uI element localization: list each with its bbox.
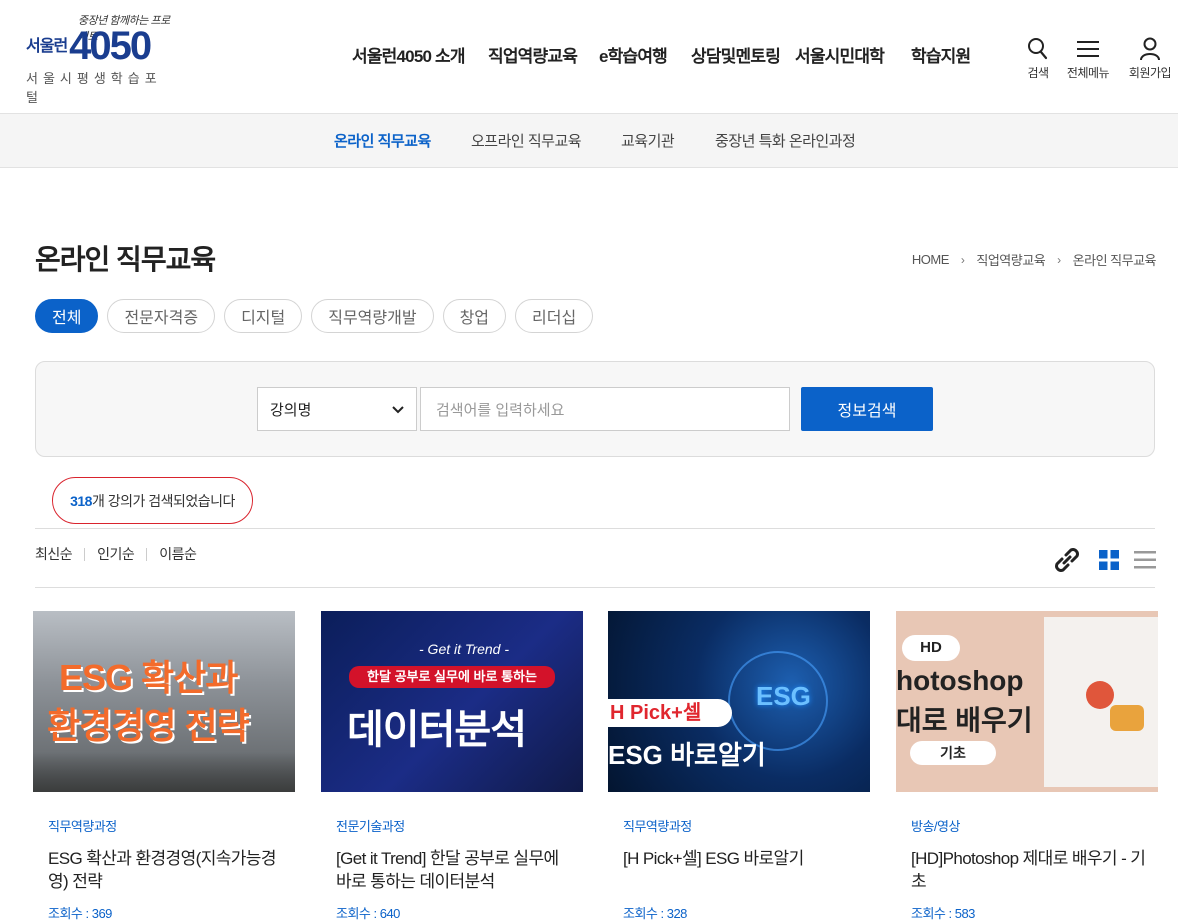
course-card[interactable]: - Get it Trend - 한달 공부로 실무에 바로 통하는 데이터분석…: [321, 611, 583, 921]
logo-mark: 서울런 4050: [26, 24, 152, 68]
nav-item-job-training[interactable]: 직업역량교육: [488, 42, 599, 67]
breadcrumb-home[interactable]: HOME: [912, 252, 950, 267]
chevron-right-icon: ›: [960, 252, 965, 267]
breadcrumb: HOME › 직업역량교육 › 온라인 직무교육: [912, 250, 1157, 269]
breadcrumb-current: 온라인 직무교육: [1072, 253, 1157, 268]
course-views: 조회수 : 328: [623, 906, 687, 921]
subnav-item-institutions[interactable]: 교육기관: [621, 130, 675, 151]
thumb-line: 데이터분석: [347, 708, 527, 752]
course-card[interactable]: HD hotoshop 대로 배우기 기초 방송/영상 [HD]Photosho…: [896, 611, 1158, 921]
course-card[interactable]: ESG H Pick+셀 ESG 바로알기 직무역량과정 [H Pick+셀] …: [608, 611, 870, 921]
chip-startup[interactable]: 창업: [442, 299, 507, 333]
subnav-item-offline-training[interactable]: 오프라인 직무교육: [471, 130, 582, 151]
link-icon[interactable]: [1050, 543, 1084, 577]
course-thumbnail[interactable]: ESG H Pick+셀 ESG 바로알기: [608, 611, 870, 792]
course-category: 방송/영상: [911, 819, 960, 834]
search-icon: [1026, 36, 1050, 62]
main-nav: 서울런4050 소개 직업역량교육 e학습여행 상담및멘토링 서울시민대학 학습…: [352, 42, 971, 67]
logo-seoul-text: 서울런: [26, 38, 68, 55]
result-count-number: 318: [70, 492, 92, 509]
sort-name[interactable]: 이름순: [159, 544, 197, 564]
course-thumbnail[interactable]: ESG 확산과 환경경영 전략: [33, 611, 295, 792]
chip-job-skills[interactable]: 직무역량개발: [311, 299, 434, 333]
subnav-item-midlife-courses[interactable]: 중장년 특화 온라인과정: [715, 130, 856, 151]
course-thumbnail[interactable]: - Get it Trend - 한달 공부로 실무에 바로 통하는 데이터분석: [321, 611, 583, 792]
divider: [35, 528, 1155, 529]
course-category: 전문기술과정: [336, 819, 405, 834]
sort-separator: [146, 547, 148, 561]
nav-item-counseling[interactable]: 상담및멘토링: [691, 42, 795, 67]
sort-options: 최신순 인기순 이름순: [35, 544, 197, 564]
breadcrumb-job-training[interactable]: 직업역량교육: [976, 250, 1045, 269]
chip-leadership[interactable]: 리더십: [515, 299, 594, 333]
all-menu-button[interactable]: 전체메뉴: [1058, 36, 1118, 81]
course-title[interactable]: [H Pick+셀] ESG 바로알기: [623, 847, 858, 870]
thumb-line: ESG: [756, 681, 811, 711]
logo-subtitle: 서울시평생학습포털: [26, 71, 162, 105]
search-submit-button[interactable]: 정보검색: [801, 387, 933, 431]
result-count: 318 개 강의가 검색되었습니다: [52, 477, 253, 524]
course-thumbnail[interactable]: HD hotoshop 대로 배우기 기초: [896, 611, 1158, 792]
search-placeholder: 검색어를 입력하세요: [436, 401, 565, 419]
thumb-line: ESG 바로알기: [608, 740, 766, 770]
nav-item-learning-support[interactable]: 학습지원: [911, 42, 971, 67]
thumb-line: 기초: [910, 741, 996, 765]
page-title: 온라인 직무교육: [35, 244, 216, 275]
chip-all[interactable]: 전체: [35, 299, 99, 333]
search-label: 검색: [1027, 66, 1049, 80]
chevron-right-icon: ›: [1057, 252, 1061, 267]
grid-view-icon[interactable]: [1098, 549, 1120, 571]
chip-digital[interactable]: 디지털: [224, 299, 303, 333]
course-views: 조회수 : 640: [336, 906, 400, 921]
nav-item-intro[interactable]: 서울런4050 소개: [352, 42, 488, 67]
thumb-line: - Get it Trend -: [419, 641, 509, 657]
search-type-select[interactable]: 강의명: [257, 387, 417, 431]
view-tools: [1036, 543, 1156, 577]
subnav-item-online-training[interactable]: 온라인 직무교육: [334, 130, 431, 151]
course-category: 직무역량과정: [623, 819, 692, 834]
category-filter: 전체 전문자격증 디지털 직무역량개발 창업 리더십: [35, 299, 594, 333]
site-logo[interactable]: 중장년 함께하는 프로젝트 서울런 4050 서울시평생학습포털: [26, 12, 176, 105]
chevron-down-icon: [392, 401, 404, 418]
join-label: 회원가입: [1128, 66, 1172, 80]
sub-nav: 온라인 직무교육 오프라인 직무교육 교육기관 중장년 특화 온라인과정: [0, 113, 1178, 168]
nav-item-e-learning[interactable]: e학습여행: [599, 42, 691, 67]
logo-number: 4050: [69, 24, 152, 68]
thumb-line: H Pick+셀: [608, 699, 732, 727]
search-type-value: 강의명: [270, 401, 312, 419]
thumb-line: 대로 배우기: [896, 705, 1033, 736]
thumb-line: HD: [902, 635, 960, 661]
course-card[interactable]: ESG 확산과 환경경영 전략 직무역량과정 ESG 확산과 환경경영(지속가능…: [33, 611, 295, 921]
chip-certificate[interactable]: 전문자격증: [107, 299, 216, 333]
course-title[interactable]: ESG 확산과 환경경영(지속가능경영) 전략: [48, 847, 283, 893]
sort-latest[interactable]: 최신순: [35, 544, 73, 564]
list-view-icon[interactable]: [1134, 550, 1156, 570]
course-category: 직무역량과정: [48, 819, 117, 834]
thumb-line: 한달 공부로 실무에 바로 통하는: [349, 666, 555, 688]
sort-popular[interactable]: 인기순: [97, 544, 135, 564]
search-input[interactable]: 검색어를 입력하세요: [420, 387, 790, 431]
course-title[interactable]: [Get it Trend] 한달 공부로 실무에 바로 통하는 데이터분석: [336, 847, 571, 893]
search-panel: 강의명 검색어를 입력하세요 정보검색: [35, 361, 1155, 457]
result-count-suffix: 개 강의가 검색되었습니다: [91, 492, 235, 509]
user-icon: [1138, 36, 1162, 62]
course-title[interactable]: [HD]Photoshop 제대로 배우기 - 기초: [911, 847, 1146, 893]
sort-separator: [84, 547, 86, 561]
thumb-line: 환경경영 전략: [47, 705, 250, 746]
divider: [35, 587, 1155, 588]
all-menu-label: 전체메뉴: [1066, 66, 1110, 80]
join-button[interactable]: 회원가입: [1120, 36, 1178, 81]
site-header: 중장년 함께하는 프로젝트 서울런 4050 서울시평생학습포털 서울런4050…: [0, 0, 1178, 113]
course-views: 조회수 : 583: [911, 906, 975, 921]
nav-item-citizen-university[interactable]: 서울시민대학: [795, 42, 911, 67]
thumb-line: ESG 확산과: [59, 657, 238, 698]
course-views: 조회수 : 369: [48, 906, 112, 921]
thumb-line: hotoshop: [896, 665, 1024, 696]
hamburger-menu-icon: [1076, 36, 1100, 62]
